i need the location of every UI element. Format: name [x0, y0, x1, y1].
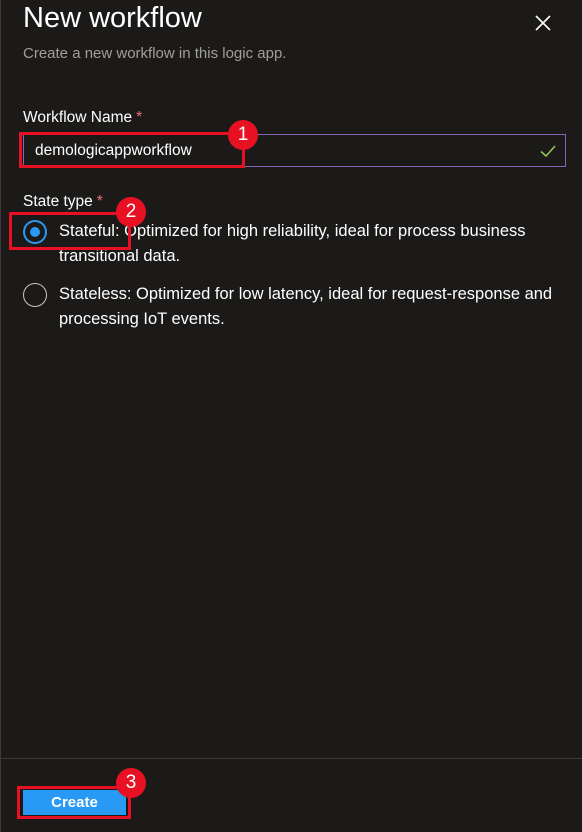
- radio-option-stateless[interactable]: Stateless: Optimized for low latency, id…: [23, 282, 573, 334]
- callout-badge-1: 1: [228, 120, 258, 150]
- page-subtitle: Create a new workflow in this logic app.: [23, 45, 287, 62]
- required-marker: *: [136, 109, 143, 126]
- close-button[interactable]: [528, 8, 558, 38]
- radio-option-stateful[interactable]: Stateful: Optimized for high reliability…: [23, 219, 573, 271]
- state-type-label: State type *: [23, 193, 103, 211]
- workflow-name-label: Workflow Name *: [23, 109, 142, 127]
- stateful-option-text: Stateful: Optimized for high reliability…: [59, 222, 526, 265]
- workflow-name-label-text: Workflow Name: [23, 109, 133, 126]
- workflow-name-field: [23, 134, 566, 167]
- callout-badge-3: 3: [116, 768, 146, 798]
- new-workflow-panel: New workflow Create a new workflow in th…: [0, 0, 582, 832]
- stateless-option-text: Stateless: Optimized for low latency, id…: [59, 285, 553, 328]
- close-icon: [535, 15, 551, 31]
- footer-divider: [1, 758, 582, 759]
- page-title: New workflow: [23, 2, 202, 34]
- stateless-radio-button[interactable]: [23, 283, 47, 307]
- create-button[interactable]: Create: [23, 790, 126, 815]
- stateful-radio-button[interactable]: [23, 220, 47, 244]
- required-marker: *: [96, 193, 103, 210]
- valid-check-icon: [540, 145, 556, 158]
- state-type-label-text: State type: [23, 193, 93, 210]
- callout-badge-2: 2: [116, 197, 146, 227]
- workflow-name-input[interactable]: [24, 135, 524, 166]
